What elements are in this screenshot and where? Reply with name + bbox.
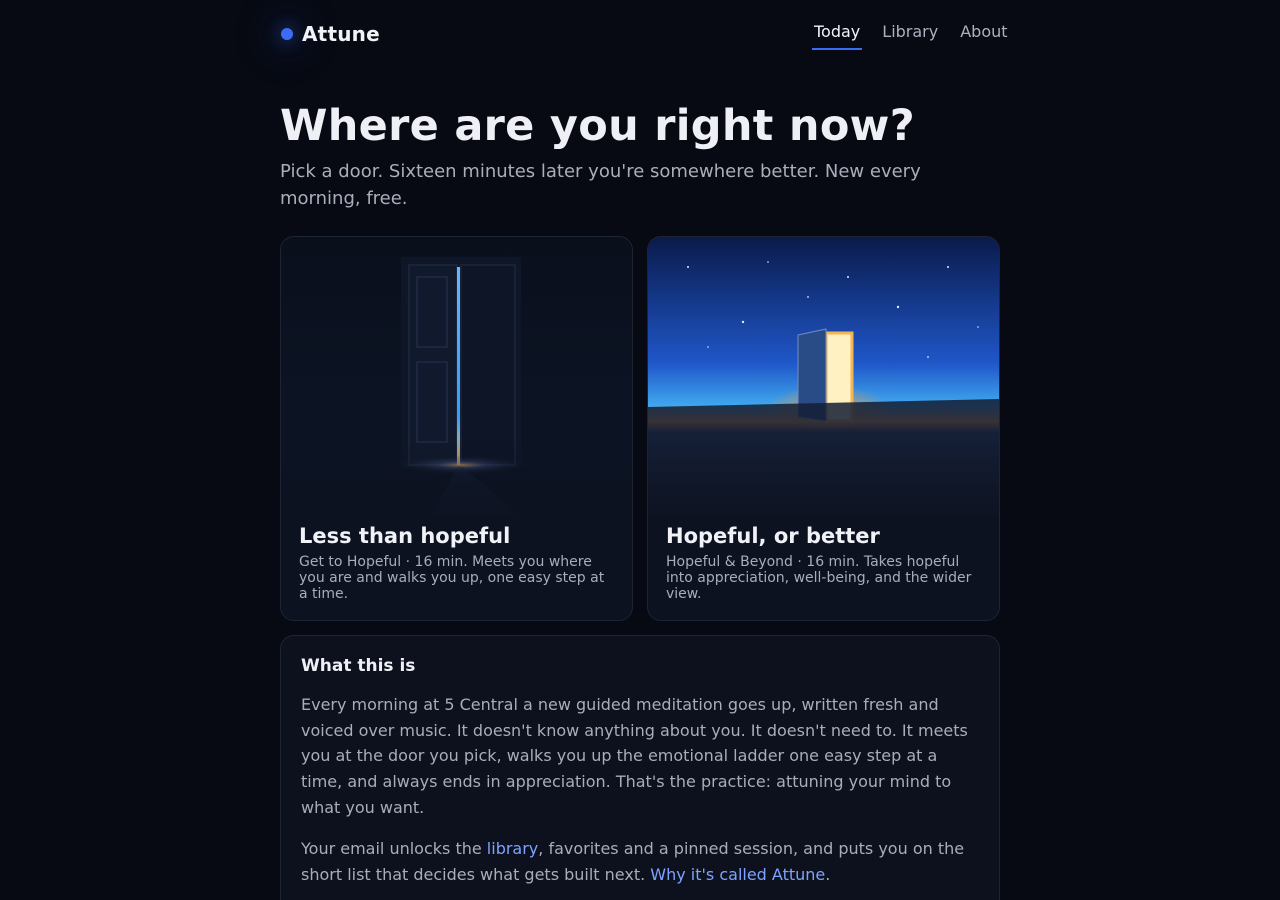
page-subtitle: Pick a door. Sixteen minutes later you'r…	[280, 161, 921, 209]
door-description: Hopeful & Beyond · 16 min. Takes hopeful…	[666, 554, 972, 602]
card-fade	[648, 437, 999, 527]
email-paragraph: Your email unlocks the library, favorite…	[301, 836, 981, 887]
why-attune-link[interactable]: Why it's called Attune	[650, 865, 825, 884]
door-card-less-than-hopeful[interactable]: Less than hopeful Get to Hopeful · 16 mi…	[280, 236, 633, 621]
brand-logo[interactable]: Attune	[280, 21, 380, 47]
page: Attune Today Library About Where are you…	[0, 0, 1280, 900]
library-link[interactable]: library	[487, 839, 538, 858]
nav-library[interactable]: Library	[882, 22, 938, 50]
card-fade	[281, 437, 632, 527]
page-title: Where are you right now?	[280, 101, 915, 151]
section-title: What this is	[301, 656, 416, 676]
description-paragraph: Every morning at 5 Central a new guided …	[301, 695, 968, 817]
door-card-hopeful-or-better[interactable]: Hopeful, or better Hopeful & Beyond · 16…	[647, 236, 1000, 621]
nav-about[interactable]: About	[960, 22, 1007, 50]
brand-dot-icon	[281, 28, 293, 40]
brand-name: Attune	[302, 22, 380, 46]
main-nav: Today Library About	[812, 22, 1008, 50]
door-title: Hopeful, or better	[666, 524, 880, 548]
paragraph-text: .	[825, 864, 831, 884]
door-title: Less than hopeful	[299, 524, 511, 548]
what-this-is-panel: What this is Every morning at 5 Central …	[280, 635, 1000, 900]
nav-today[interactable]: Today	[812, 22, 863, 50]
paragraph-text: Your email unlocks the	[301, 839, 487, 858]
door-description: Get to Hopeful · 16 min. Meets you where…	[299, 554, 605, 602]
